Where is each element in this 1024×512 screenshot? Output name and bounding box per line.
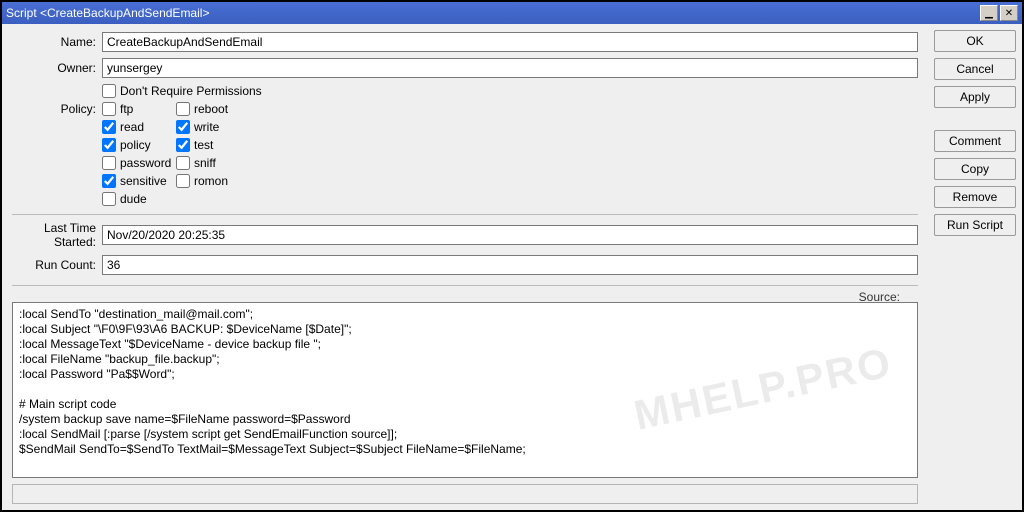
comment-button[interactable]: Comment bbox=[934, 130, 1016, 152]
policy-ftp-checkbox[interactable]: ftp bbox=[102, 102, 176, 116]
policy-policy-checkbox[interactable]: policy bbox=[102, 138, 176, 152]
cancel-button[interactable]: Cancel bbox=[934, 58, 1016, 80]
dont-require-permissions-checkbox[interactable]: Don't Require Permissions bbox=[102, 84, 262, 98]
name-input[interactable] bbox=[102, 32, 918, 52]
policy-label: Policy: bbox=[12, 102, 102, 116]
source-textarea[interactable] bbox=[12, 302, 918, 478]
owner-input[interactable] bbox=[102, 58, 918, 78]
policy-sensitive-checkbox[interactable]: sensitive bbox=[102, 174, 176, 188]
minimize-button[interactable]: ▁ bbox=[980, 5, 998, 21]
remove-button[interactable]: Remove bbox=[934, 186, 1016, 208]
policy-password-checkbox[interactable]: password bbox=[102, 156, 176, 170]
policy-read-checkbox[interactable]: read bbox=[102, 120, 176, 134]
run-count-field bbox=[102, 255, 918, 275]
policy-sniff-checkbox[interactable]: sniff bbox=[176, 156, 250, 170]
policy-reboot-checkbox[interactable]: reboot bbox=[176, 102, 250, 116]
dont-require-label: Don't Require Permissions bbox=[120, 84, 262, 98]
owner-label: Owner: bbox=[12, 61, 102, 75]
policy-test-checkbox[interactable]: test bbox=[176, 138, 250, 152]
close-button[interactable]: ✕ bbox=[1000, 5, 1018, 21]
status-bar bbox=[12, 484, 918, 504]
run-count-label: Run Count: bbox=[12, 258, 102, 272]
run-script-button[interactable]: Run Script bbox=[934, 214, 1016, 236]
apply-button[interactable]: Apply bbox=[934, 86, 1016, 108]
policy-dude-checkbox[interactable]: dude bbox=[102, 192, 176, 206]
last-time-started-label: Last Time Started: bbox=[12, 221, 102, 249]
policy-write-checkbox[interactable]: write bbox=[176, 120, 250, 134]
copy-button[interactable]: Copy bbox=[934, 158, 1016, 180]
last-time-started-field bbox=[102, 225, 918, 245]
ok-button[interactable]: OK bbox=[934, 30, 1016, 52]
policy-romon-checkbox[interactable]: romon bbox=[176, 174, 250, 188]
window-title: Script <CreateBackupAndSendEmail> bbox=[6, 6, 978, 20]
name-label: Name: bbox=[12, 35, 102, 49]
source-label: Source: bbox=[859, 290, 918, 304]
